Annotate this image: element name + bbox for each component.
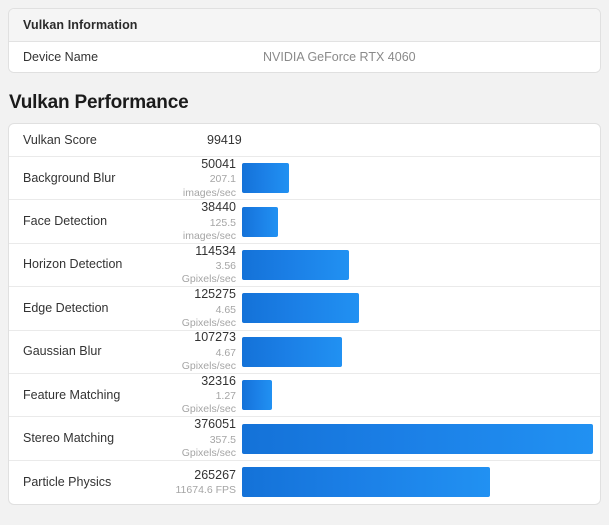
benchmark-score: 107273 xyxy=(194,330,236,345)
results-page: Vulkan Information Device Name NVIDIA Ge… xyxy=(0,0,609,525)
benchmark-score: 376051 xyxy=(194,417,236,432)
benchmark-name: Horizon Detection xyxy=(23,257,123,272)
benchmark-name: Gaussian Blur xyxy=(23,344,102,359)
vulkan-performance-panel: Vulkan Score 99419 Background Blur 50041 2… xyxy=(8,123,601,506)
benchmark-name: Particle Physics xyxy=(23,474,112,489)
benchmark-score: 50041 xyxy=(201,156,236,171)
benchmark-row: Edge Detection 125275 4.65 Gpixels/sec xyxy=(9,287,600,331)
benchmark-score: 125275 xyxy=(194,286,236,301)
benchmark-bar-track xyxy=(242,330,600,373)
vulkan-score-row: Vulkan Score 99419 xyxy=(9,124,600,157)
vulkan-information-title: Vulkan Information xyxy=(23,18,138,32)
benchmark-values: 38440 125.5 images/sec xyxy=(160,200,242,243)
benchmark-rate: 11674.6 FPS xyxy=(175,484,236,497)
benchmark-score: 38440 xyxy=(201,200,236,215)
benchmark-rate: 357.5 Gpixels/sec xyxy=(181,433,236,459)
benchmark-bar xyxy=(242,423,593,454)
benchmark-name: Background Blur xyxy=(23,170,116,185)
device-name-row: Device Name NVIDIA GeForce RTX 4060 xyxy=(9,42,600,72)
benchmark-row: Stereo Matching 376051 357.5 Gpixels/sec xyxy=(9,417,600,461)
benchmark-row: Particle Physics 265267 11674.6 FPS xyxy=(9,461,600,504)
benchmark-bar-track xyxy=(242,287,600,330)
benchmark-bar xyxy=(242,163,289,194)
benchmark-row: Face Detection 38440 125.5 images/sec xyxy=(9,200,600,244)
benchmark-bar-track xyxy=(242,417,600,460)
benchmark-name: Feature Matching xyxy=(23,387,121,402)
benchmark-rate: 207.1 images/sec xyxy=(182,173,236,199)
benchmark-bar-track xyxy=(242,373,600,416)
benchmark-values: 32316 1.27 Gpixels/sec xyxy=(160,374,242,417)
benchmark-rate: 4.65 Gpixels/sec xyxy=(181,303,236,329)
benchmark-values: 114534 3.56 Gpixels/sec xyxy=(160,244,242,287)
benchmark-score: 32316 xyxy=(201,373,236,388)
benchmark-rate: 4.67 Gpixels/sec xyxy=(181,346,236,373)
benchmark-row: Gaussian Blur 107273 4.67 Gpixels/sec xyxy=(9,330,600,374)
benchmark-bar xyxy=(242,380,273,411)
benchmark-values: 107273 4.67 Gpixels/sec xyxy=(160,330,242,373)
benchmark-row: Feature Matching 32316 1.27 Gpixels/sec xyxy=(9,373,600,418)
benchmark-name: Edge Detection xyxy=(23,300,109,315)
benchmark-rate: 1.27 Gpixels/sec xyxy=(181,390,236,416)
benchmark-rate: 125.5 images/sec xyxy=(182,216,236,242)
benchmark-bar-track xyxy=(242,157,600,200)
benchmark-row: Horizon Detection 114534 3.56 Gpixels/sec xyxy=(9,243,600,288)
benchmark-bar xyxy=(242,293,359,324)
benchmark-bar xyxy=(242,249,349,280)
benchmark-values: 50041 207.1 images/sec xyxy=(160,157,242,200)
benchmark-values: 376051 357.5 Gpixels/sec xyxy=(160,417,242,460)
benchmark-values: 125275 4.65 Gpixels/sec xyxy=(160,287,242,330)
benchmark-score: 265267 xyxy=(194,467,236,482)
vulkan-information-panel: Vulkan Information Device Name NVIDIA Ge… xyxy=(8,8,601,73)
benchmark-row: Background Blur 50041 207.1 images/sec xyxy=(9,157,600,201)
vulkan-performance-title: Vulkan Performance xyxy=(9,92,189,113)
benchmark-score: 114534 xyxy=(195,243,236,258)
benchmark-bar-track xyxy=(242,461,600,504)
benchmark-bar xyxy=(242,336,343,367)
benchmark-bar xyxy=(242,206,278,237)
benchmark-name: Face Detection xyxy=(23,214,108,229)
benchmark-bar-track xyxy=(242,243,600,286)
benchmark-bar-track xyxy=(242,200,600,243)
device-name-value: NVIDIA GeForce RTX 4060 xyxy=(263,50,416,64)
benchmark-rows: Background Blur 50041 207.1 images/sec Face… xyxy=(9,157,600,504)
benchmark-rate: 3.56 Gpixels/sec xyxy=(181,260,236,286)
benchmark-bar xyxy=(242,467,490,498)
vulkan-score-label: Vulkan Score xyxy=(23,133,97,147)
vulkan-information-header: Vulkan Information xyxy=(9,9,600,42)
device-name-label: Device Name xyxy=(23,50,99,64)
vulkan-score-value: 99419 xyxy=(207,133,242,147)
benchmark-name: Stereo Matching xyxy=(23,431,115,446)
benchmark-values: 265267 11674.6 FPS xyxy=(160,468,242,498)
